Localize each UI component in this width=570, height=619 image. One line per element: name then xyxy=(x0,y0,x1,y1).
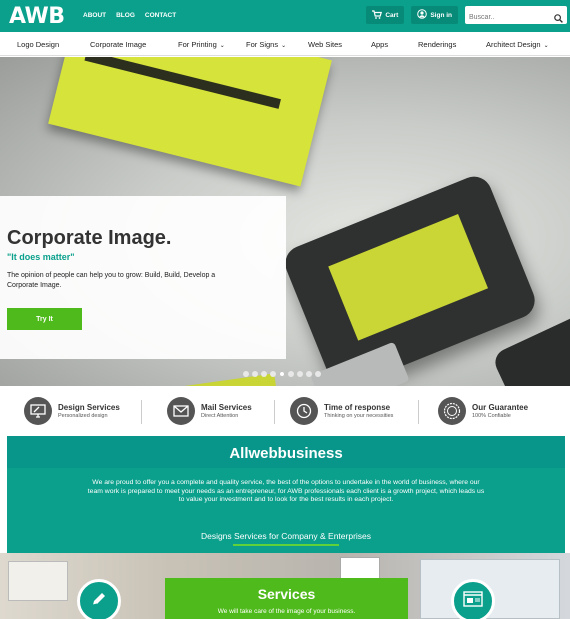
feature-our-guarantee: Our Guarantee 100% Confiable xyxy=(438,397,528,425)
divider xyxy=(141,400,142,424)
feature-title: Design Services xyxy=(58,403,120,412)
search-input[interactable] xyxy=(465,8,553,27)
hero-slider: Corporate Image. "It does matter" The op… xyxy=(0,57,570,386)
nav-for-signs[interactable]: For Signs ⌄ xyxy=(246,40,286,49)
services-title: Services xyxy=(257,586,316,602)
divider xyxy=(418,400,419,424)
feature-time-of-response: Time of response Thinking on your necess… xyxy=(290,397,393,425)
slider-dot[interactable] xyxy=(306,371,312,377)
main-nav: Logo Design Corporate Image For Printing… xyxy=(0,32,570,56)
top-links: ABOUT BLOG CONTACT xyxy=(83,12,176,19)
nav-web-sites[interactable]: Web Sites xyxy=(308,40,342,49)
cart-button[interactable]: Cart xyxy=(366,6,405,24)
top-bar: AWB ABOUT BLOG CONTACT Cart Sign in xyxy=(0,0,570,32)
hero-caption: Corporate Image. "It does matter" The op… xyxy=(0,196,286,359)
chevron-down-icon: ⌄ xyxy=(281,43,287,49)
feature-subtitle: Direct Attention xyxy=(201,413,239,419)
monitor-icon xyxy=(24,397,52,425)
nav-for-printing[interactable]: For Printing ⌄ xyxy=(178,40,225,49)
logo[interactable]: AWB xyxy=(9,4,65,29)
services-subtitle: We will take care of the image of your b… xyxy=(217,608,356,615)
intro-section: Allwebbusiness We are proud to offer you… xyxy=(7,436,565,553)
designs-services-link[interactable]: Designs Services for Company & Enterpris… xyxy=(7,531,565,541)
slider-dot[interactable] xyxy=(243,371,249,377)
slider-dots xyxy=(243,371,321,377)
hero-subtitle: "It does matter" xyxy=(7,252,75,262)
hero-text: The opinion of people can help you to gr… xyxy=(7,272,216,289)
seal-icon xyxy=(438,397,466,425)
slider-dot[interactable] xyxy=(315,371,321,377)
feature-mail-services: Mail Services Direct Attention xyxy=(167,397,252,425)
nav-renderings[interactable]: Renderings xyxy=(418,40,456,49)
feature-title: Our Guarantee xyxy=(472,403,529,412)
cart-label: Cart xyxy=(385,11,399,19)
divider xyxy=(274,400,275,424)
try-it-button[interactable]: Try It xyxy=(7,308,82,330)
pencil-icon xyxy=(89,589,109,614)
slider-dot[interactable] xyxy=(297,371,303,377)
nav-logo-design[interactable]: Logo Design xyxy=(17,40,59,49)
nav-architect-design[interactable]: Architect Design ⌄ xyxy=(486,40,549,49)
signin-label: Sign in xyxy=(430,11,452,19)
nav-apps[interactable]: Apps xyxy=(371,40,388,49)
web-service-button[interactable] xyxy=(451,579,495,619)
slider-dot[interactable] xyxy=(261,371,267,377)
intro-title: Allwebbusiness xyxy=(229,445,343,462)
feature-subtitle: Personalized design xyxy=(58,413,108,419)
hero-photo-business-cards xyxy=(48,57,332,187)
chevron-down-icon: ⌄ xyxy=(219,43,225,49)
signin-button[interactable]: Sign in xyxy=(411,6,458,24)
feature-title: Mail Services xyxy=(201,403,252,412)
nav-for-printing-label: For Printing xyxy=(178,40,217,49)
cart-icon xyxy=(372,9,383,21)
services-section: Services We will take care of the image … xyxy=(0,553,570,619)
feature-subtitle: Thinking on your necessities xyxy=(324,413,394,419)
hero-title: Corporate Image. xyxy=(7,227,172,249)
envelope-icon xyxy=(167,397,195,425)
features-bar: Design Services Personalized design Mail… xyxy=(0,386,570,436)
feature-title: Time of response xyxy=(324,403,391,412)
slider-dot[interactable] xyxy=(288,371,294,377)
search-icon[interactable] xyxy=(554,10,563,28)
intro-text: We are proud to offer you a complete and… xyxy=(87,479,485,503)
slider-dot[interactable] xyxy=(270,371,276,377)
feature-design-services: Design Services Personalized design xyxy=(24,397,120,425)
top-actions: Cart Sign in xyxy=(366,6,567,27)
design-service-button[interactable] xyxy=(77,579,121,619)
feature-subtitle: 100% Confiable xyxy=(472,413,511,419)
user-icon xyxy=(417,9,428,21)
clock-icon xyxy=(290,397,318,425)
nav-corporate-image[interactable]: Corporate Image xyxy=(90,40,146,49)
blog-link[interactable]: BLOG xyxy=(116,12,135,19)
chevron-down-icon: ⌄ xyxy=(543,43,549,49)
services-photo-left xyxy=(8,561,68,601)
nav-architect-design-label: Architect Design xyxy=(486,40,541,49)
slider-dot[interactable] xyxy=(252,371,258,377)
slider-dot[interactable] xyxy=(279,371,285,377)
nav-for-signs-label: For Signs xyxy=(246,40,279,49)
search-box xyxy=(465,6,567,27)
services-banner: Services We will take care of the image … xyxy=(165,578,408,619)
about-link[interactable]: ABOUT xyxy=(83,12,106,19)
contact-link[interactable]: CONTACT xyxy=(145,12,176,19)
browser-icon xyxy=(463,590,483,612)
link-underline xyxy=(233,544,339,546)
